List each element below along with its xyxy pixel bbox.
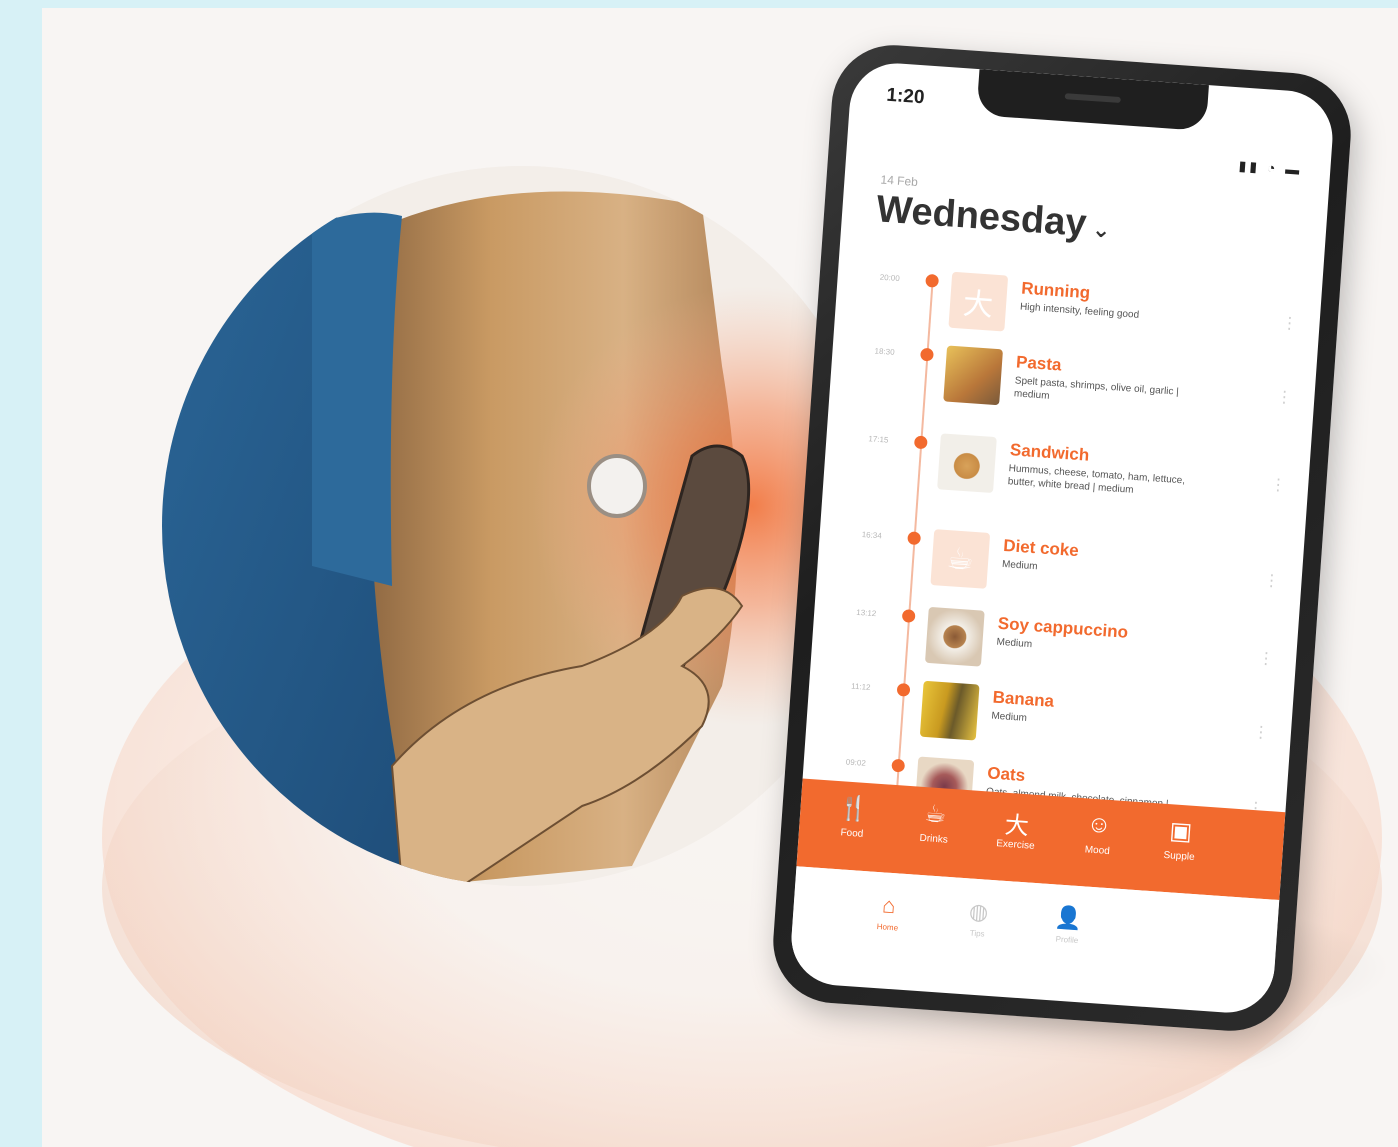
entry-time: 13:12 <box>855 607 877 619</box>
entry-desc: Medium <box>991 710 1028 724</box>
exercise-button[interactable]: 大 Exercise <box>980 803 1053 853</box>
mood-button[interactable]: ☺ Mood <box>1062 809 1135 859</box>
entry-desc: High intensity, feeling good <box>1019 301 1140 321</box>
sensor-disc <box>587 454 647 518</box>
day-selector[interactable]: Wednesday ⌄ <box>875 188 1112 247</box>
entry-title: Sandwich <box>1009 440 1090 465</box>
mood-label: Mood <box>1084 844 1111 858</box>
entry-title: Pasta <box>1015 352 1063 375</box>
arm-sensor-illustration <box>162 166 882 886</box>
more-icon[interactable]: ⋮ <box>1276 387 1293 408</box>
entry-time: 17:15 <box>868 434 889 445</box>
home-icon: ⌂ <box>881 892 897 919</box>
pill-icon: ▣ <box>1168 817 1194 846</box>
status-icons: ▮▮ ◔ ▬ <box>1238 157 1303 178</box>
food-label: Food <box>840 827 864 840</box>
timeline-dot <box>913 435 928 450</box>
exercise-icon: 大 <box>1003 811 1030 841</box>
timeline-dot <box>896 682 911 697</box>
more-icon[interactable]: ⋮ <box>1252 722 1269 743</box>
entry-time: 11:12 <box>850 681 871 692</box>
more-icon[interactable]: ⋮ <box>1257 648 1274 669</box>
arm-sensor-svg <box>162 166 882 886</box>
timeline: 20:00 大 Running High intensity, feeling … <box>846 271 1299 834</box>
entry-title: Banana <box>992 687 1055 711</box>
tab-tips-label: Tips <box>969 928 985 939</box>
tab-tips[interactable]: ◍ Tips <box>942 897 1015 941</box>
smiley-icon: ☺ <box>1085 810 1113 840</box>
cup-icon: ☕ <box>923 800 948 829</box>
day-title: Wednesday <box>875 188 1088 245</box>
entry-time: 09:02 <box>845 757 867 768</box>
entry-time: 16:34 <box>861 530 883 541</box>
timeline-dot <box>925 273 940 288</box>
entry-title: Running <box>1020 278 1091 303</box>
running-icon: 大 <box>948 271 1009 332</box>
entry-title: Oats <box>986 763 1026 785</box>
drinks-label: Drinks <box>919 832 949 846</box>
entry-title: Diet coke <box>1002 535 1080 561</box>
drinks-button[interactable]: ☕ Drinks <box>898 797 971 847</box>
timeline-dot <box>907 531 922 546</box>
entry-desc: Hummus, cheese, tomato, ham, lettuce, bu… <box>1007 463 1186 496</box>
entry-time: 20:00 <box>879 272 901 284</box>
exercise-label: Exercise <box>995 838 1035 852</box>
bulb-icon: ◍ <box>968 898 990 925</box>
coffee-photo <box>924 606 985 667</box>
smartphone: 1:20 ▮▮ ◔ ▬ 14 Feb Wednesday ⌄ 20:00 大 Ru… <box>769 41 1355 1035</box>
timeline-entry[interactable]: 17:15 Sandwich Hummus, cheese, tomato, h… <box>864 432 1288 531</box>
more-icon[interactable]: ⋮ <box>1263 570 1280 591</box>
more-icon[interactable]: ⋮ <box>1270 474 1287 495</box>
sleeve-shape <box>312 212 402 586</box>
tab-home[interactable]: ⌂ Home <box>852 890 925 934</box>
drink-icon: ☕ <box>930 529 991 589</box>
phone-screen: 1:20 ▮▮ ◔ ▬ 14 Feb Wednesday ⌄ 20:00 大 Ru… <box>788 60 1336 1016</box>
status-time: 1:20 <box>885 84 926 109</box>
tab-profile-label: Profile <box>1055 934 1079 946</box>
entry-desc: Spelt pasta, shrimps, olive oil, garlic … <box>1013 375 1180 402</box>
sandwich-photo <box>937 433 997 494</box>
supplements-button[interactable]: ▣ Supple <box>1144 815 1217 865</box>
timeline-dot <box>901 609 916 623</box>
entry-time: 18:30 <box>874 346 895 357</box>
more-icon[interactable]: ⋮ <box>1281 313 1298 334</box>
fork-knife-icon: 🍴 <box>837 794 870 824</box>
tab-profile[interactable]: 👤 Profile <box>1032 903 1105 947</box>
tab-home-label: Home <box>876 922 899 933</box>
entry-desc: Medium <box>1001 558 1038 573</box>
pasta-photo <box>943 345 1004 406</box>
banana-photo <box>919 680 980 741</box>
speaker-grille <box>1064 93 1121 104</box>
food-button[interactable]: 🍴 Food <box>817 792 890 842</box>
timeline-dot <box>891 758 906 773</box>
person-icon: 👤 <box>1053 904 1084 932</box>
product-illustration: 1:20 ▮▮ ◔ ▬ 14 Feb Wednesday ⌄ 20:00 大 Ru… <box>42 8 1398 1147</box>
supplements-label: Supple <box>1163 849 1195 864</box>
date-label: 14 Feb <box>880 172 919 190</box>
timeline-dot <box>920 347 934 362</box>
chevron-down-icon: ⌄ <box>1091 216 1112 243</box>
